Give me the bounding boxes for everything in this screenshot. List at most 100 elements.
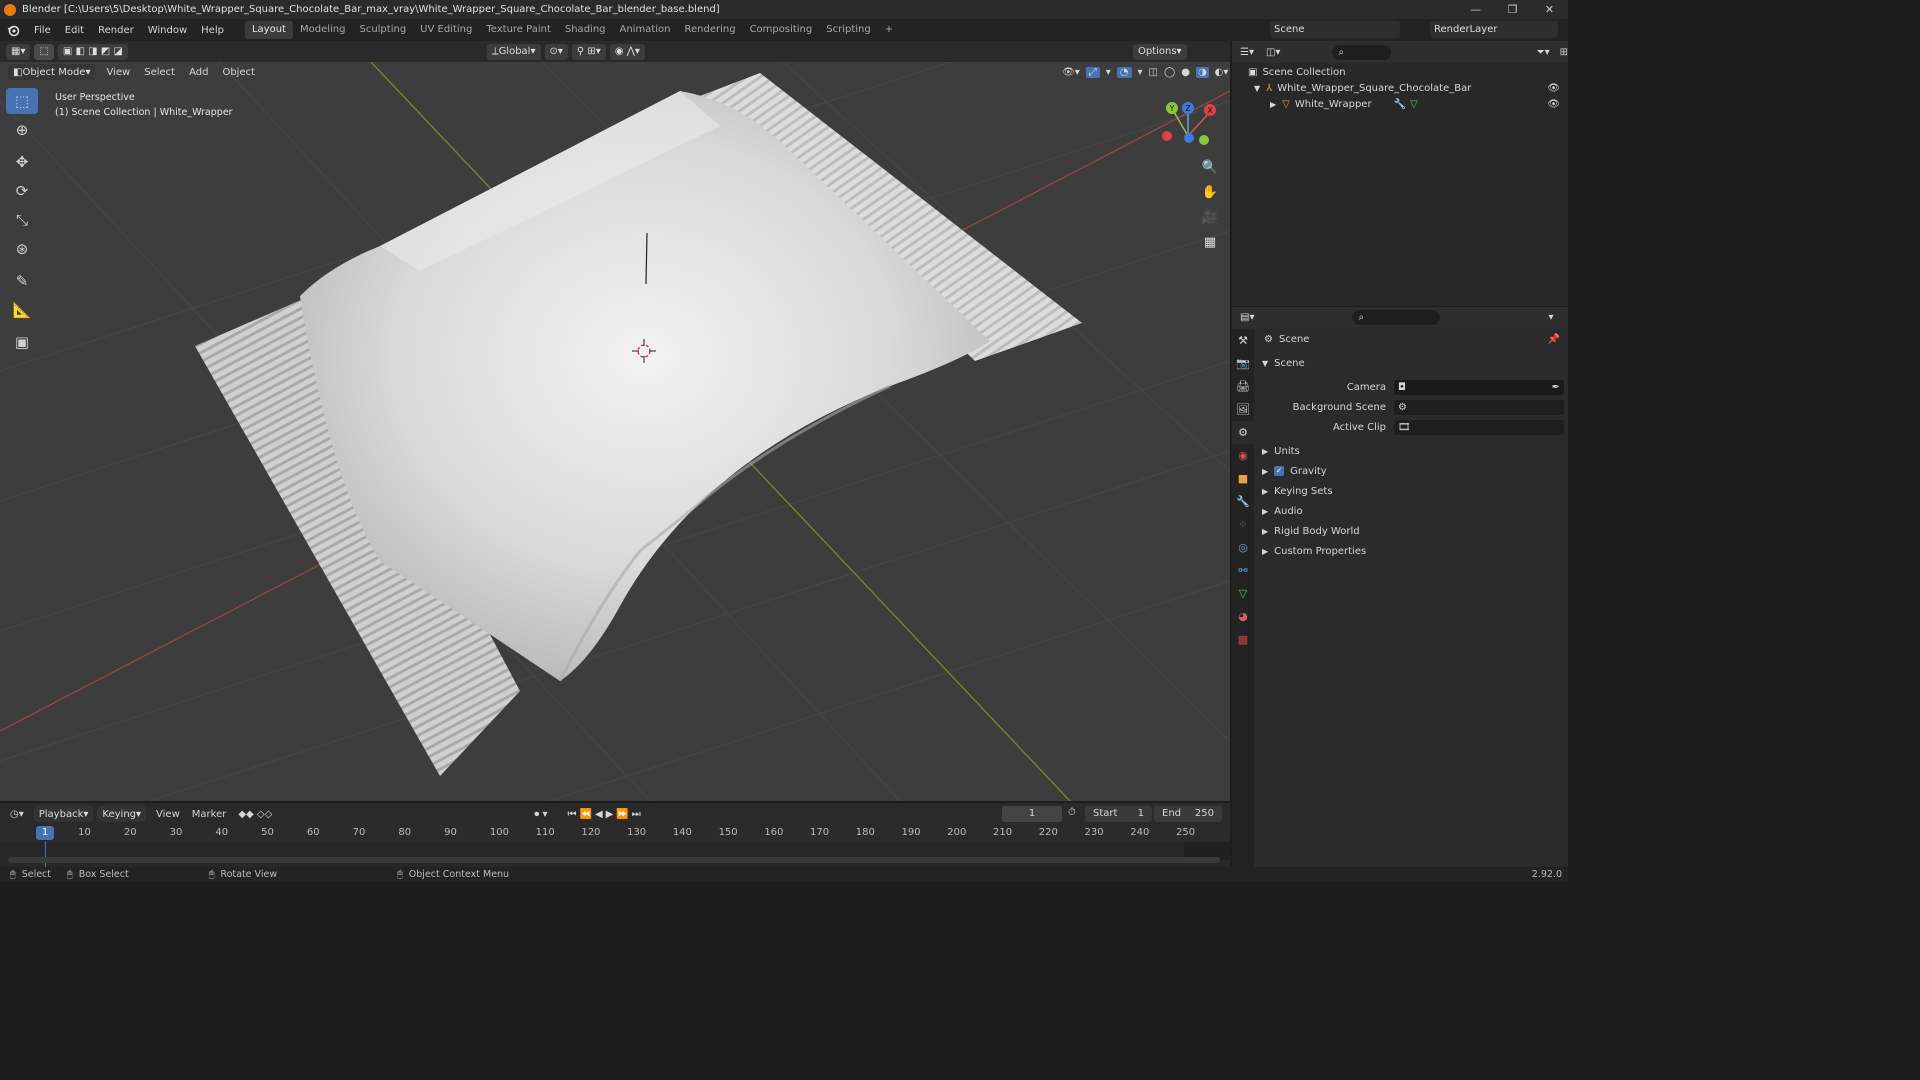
zoom-icon[interactable]: 🔍 [1200, 158, 1220, 178]
render-tab-icon[interactable]: 📷 [1232, 352, 1254, 375]
menu-file[interactable]: File [27, 25, 58, 36]
mode-selector[interactable]: ◧ Object Mode ▾ [8, 64, 96, 80]
tool-tab-icon[interactable]: ⚒ [1232, 329, 1254, 352]
output-tab-icon[interactable]: 🖨 [1232, 375, 1254, 398]
cursor-tool-icon[interactable]: ⊕ [6, 117, 38, 143]
constraints-tab-icon[interactable]: ⚯ [1232, 559, 1254, 582]
playhead[interactable]: 1 [36, 826, 54, 840]
scale-tool-icon[interactable]: ⤡ [6, 207, 38, 233]
timeline[interactable]: 1 10 20 30 40 50 60 70 80 90 100 110 120 130 140 150 16… [0, 825, 1230, 867]
outliner-search-input[interactable]: ⌕ [1332, 44, 1391, 60]
add-workspace-button[interactable]: + [878, 21, 900, 39]
viewport-menu-add[interactable]: Add [182, 67, 215, 78]
snap-icon[interactable]: ⚲ ⊞▾ [571, 43, 606, 60]
menu-help[interactable]: Help [194, 25, 231, 36]
pivot-point-icon[interactable]: ⊙▾ [544, 43, 568, 60]
tab-animation[interactable]: Animation [613, 21, 678, 39]
record-icon[interactable]: ⏺ ▾ [534, 809, 547, 820]
keyframe-icons[interactable]: ◆◆ ◇◇ [238, 809, 272, 820]
properties-editor-icon[interactable]: ▤▾ [1240, 312, 1254, 323]
current-frame-field[interactable]: 1 [1002, 806, 1062, 822]
world-tab-icon[interactable]: ◉ [1232, 444, 1254, 467]
tab-compositing[interactable]: Compositing [743, 21, 820, 39]
xray-icon[interactable]: ◫ [1149, 67, 1158, 78]
gizmo-toggle-icon[interactable]: ⤢ [1085, 66, 1100, 78]
physics-tab-icon[interactable]: ◎ [1232, 536, 1254, 559]
new-collection-icon[interactable]: ⊞ [1560, 47, 1568, 58]
particles-tab-icon[interactable]: ⁘ [1232, 513, 1254, 536]
outliner-editor-icon[interactable]: ☰▾ [1240, 47, 1254, 58]
units-panel[interactable]: ▶ Units [1254, 441, 1568, 461]
keying-menu[interactable]: Keying ▾ [97, 806, 147, 822]
selection-mode-icons[interactable]: ▣ ◧ ◨ ◩ ◪ [57, 43, 128, 60]
properties-search-input[interactable]: ⌕ [1352, 309, 1441, 325]
scene-panel-header[interactable]: ▼ Scene [1254, 353, 1568, 373]
custom-properties-panel[interactable]: ▶ Custom Properties [1254, 541, 1568, 561]
3d-viewport[interactable] [0, 41, 1230, 801]
minimize-button[interactable]: — [1457, 0, 1494, 19]
viewport-menu-select[interactable]: Select [137, 67, 182, 78]
ortho-grid-icon[interactable]: ▦ [1200, 233, 1220, 253]
rendered-shading-icon[interactable]: ◐▾ [1215, 67, 1229, 78]
select-tool-icon[interactable]: ⬚ [34, 43, 54, 60]
eyedropper-icon[interactable]: ✒ [1552, 382, 1560, 393]
display-mode-icon[interactable]: ◫▾ [1266, 47, 1280, 58]
eye-icon[interactable]: 👁 [1547, 83, 1560, 94]
clock-icon[interactable]: ⏱ [1068, 807, 1076, 818]
close-button[interactable]: ✕ [1531, 0, 1568, 19]
move-tool-icon[interactable]: ✥ [6, 149, 38, 175]
frame-ruler[interactable]: 1 10 20 30 40 50 60 70 80 90 100 110 120 130 140 150 16… [0, 825, 1230, 842]
render-layer-selector[interactable]: RenderLayer [1430, 21, 1558, 38]
menu-render[interactable]: Render [91, 25, 141, 36]
maximize-button[interactable]: ❐ [1494, 0, 1531, 19]
material-tab-icon[interactable]: ◕ [1232, 605, 1254, 628]
viewport-menu-view[interactable]: View [99, 67, 137, 78]
add-cube-tool-icon[interactable]: ▣ [6, 329, 38, 355]
tab-shading[interactable]: Shading [558, 21, 613, 39]
tab-layout[interactable]: Layout [244, 21, 293, 39]
expand-arrow-icon[interactable]: ▶ [1270, 100, 1276, 109]
data-tab-icon[interactable]: ▽ [1232, 582, 1254, 605]
background-scene-field[interactable]: ⚙ [1394, 399, 1564, 415]
scene-selector[interactable]: Scene [1270, 21, 1400, 38]
annotate-tool-icon[interactable]: ✎ [6, 268, 38, 294]
keying-sets-panel[interactable]: ▶ Keying Sets [1254, 481, 1568, 501]
camera-view-icon[interactable]: 🎥 [1200, 208, 1220, 228]
rigid-body-world-panel[interactable]: ▶ Rigid Body World [1254, 521, 1568, 541]
view-layer-tab-icon[interactable]: 🖼 [1232, 398, 1254, 421]
tab-rendering[interactable]: Rendering [677, 21, 742, 39]
menu-edit[interactable]: Edit [58, 25, 91, 36]
playback-controls-icon[interactable]: ⏮⏪◀▶⏩⏭ [568, 809, 644, 820]
overlay-toggle-icon[interactable]: ◔ [1116, 66, 1132, 78]
tab-modeling[interactable]: Modeling [293, 21, 353, 39]
tab-sculpting[interactable]: Sculpting [352, 21, 413, 39]
timeline-scrollbar[interactable] [8, 857, 1220, 863]
outliner-row-scene-collection[interactable]: ▣ Scene Collection [1232, 64, 1568, 80]
material-shading-icon[interactable]: ◑ [1195, 66, 1209, 78]
navigation-gizmo[interactable]: Z Y X [1158, 98, 1228, 158]
scene-tab-icon[interactable]: ⚙ [1232, 421, 1254, 444]
outliner-row-white-wrapper[interactable]: ▶ ▽ White_Wrapper 🔧 ▽ 👁 [1232, 96, 1568, 112]
texture-tab-icon[interactable]: ▩ [1232, 628, 1254, 651]
eye-icon[interactable]: 👁 [1547, 99, 1560, 110]
measure-tool-icon[interactable]: 📐 [6, 297, 38, 323]
expand-arrow-icon[interactable]: ▼ [1254, 84, 1260, 93]
options-button[interactable]: Options ▾ [1132, 43, 1187, 60]
proportional-edit-icon[interactable]: ◉ ⋀▾ [609, 43, 645, 60]
transform-orientation[interactable]: ⟂ Global ▾ [486, 43, 541, 60]
timeline-menu-marker[interactable]: Marker [186, 809, 233, 820]
chevron-down-icon[interactable]: ▾ [1548, 312, 1553, 323]
end-frame-field[interactable]: End 250 [1154, 806, 1222, 822]
timeline-menu-view[interactable]: View [150, 809, 186, 820]
editor-type-icon[interactable]: ▦▾ [6, 43, 31, 60]
timeline-editor-icon[interactable]: ◷▾ [10, 809, 24, 820]
active-clip-field[interactable]: 🎞 [1394, 419, 1564, 435]
camera-field[interactable]: ◘ ✒ [1394, 379, 1564, 395]
tab-scripting[interactable]: Scripting [819, 21, 877, 39]
select-box-tool-icon[interactable]: ⬚ [6, 88, 38, 114]
modifier-tab-icon[interactable]: 🔧 [1232, 490, 1254, 513]
tab-uv-editing[interactable]: UV Editing [413, 21, 479, 39]
wireframe-shading-icon[interactable]: ◯ [1164, 67, 1175, 78]
visibility-icon[interactable]: 👁▾ [1062, 67, 1080, 78]
solid-shading-icon[interactable]: ● [1181, 67, 1190, 78]
